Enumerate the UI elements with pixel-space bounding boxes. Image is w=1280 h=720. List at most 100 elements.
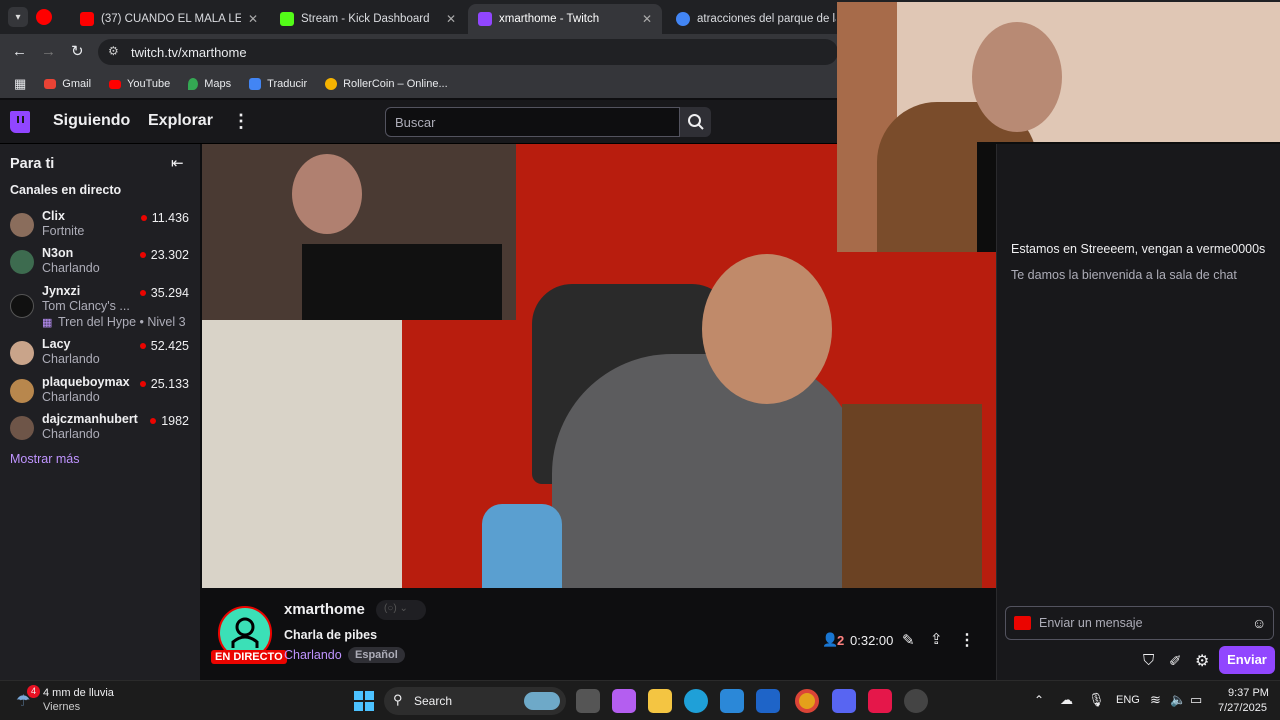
chat-message: Estamos en Streeeem, vengan a verme0000s [1011, 242, 1266, 256]
battery-icon[interactable]: ▭ [1190, 692, 1202, 708]
url-text: twitch.tv/xmarthome [131, 45, 247, 60]
share-icon[interactable]: ⇪ [930, 630, 943, 648]
sidebar-channel-plaqueboymax[interactable]: plaqueboymax Charlando 25.133 [10, 375, 195, 415]
bookmark-translate[interactable]: Traducir [249, 78, 307, 90]
kick-icon [280, 12, 294, 26]
browser-tab-kick[interactable]: Stream - Kick Dashboard ✕ [270, 4, 466, 34]
translate-icon [249, 78, 262, 90]
obs-icon[interactable] [904, 689, 928, 713]
chrome-icon[interactable] [795, 689, 819, 713]
clock-time[interactable]: 9:37 PM [1228, 687, 1269, 699]
youtube-icon [109, 79, 122, 89]
twitch-icon [478, 12, 492, 26]
chat-input-placeholder: Enviar un mensaje [1039, 616, 1143, 630]
maps-icon [188, 78, 199, 90]
sidebar-channel-jynxzi[interactable]: Jynxzi Tom Clancy's ... 35.294 ▦ Tren de… [10, 284, 195, 332]
settings-icon[interactable]: ⚙ [1195, 651, 1209, 671]
sidebar-channel-dajczmanhubert[interactable]: dajczmanhubert Charlando 1982 [10, 412, 195, 452]
browser-tab-twitch[interactable]: xmarthome - Twitch ✕ [468, 4, 662, 34]
language-indicator[interactable]: ENG [1116, 694, 1140, 706]
live-dot-icon [140, 215, 147, 221]
avatar [10, 416, 34, 440]
stream-category[interactable]: Charlando [284, 648, 342, 662]
gmail-icon [44, 79, 57, 89]
more-icon[interactable]: ⋮ [959, 630, 975, 650]
youtube-icon [80, 12, 94, 26]
language-tag[interactable]: Español [348, 647, 405, 663]
search-highlight-icon [524, 692, 560, 710]
tiktok-icon[interactable] [868, 689, 892, 713]
nav-browse[interactable]: Explorar [148, 112, 213, 130]
viewer-icon: 👤 [822, 632, 839, 647]
sidebar-channel-n3on[interactable]: N3on Charlando 23.302 [10, 246, 195, 286]
tray-chevron-icon[interactable]: ⌃ [1034, 693, 1044, 707]
avatar [10, 213, 34, 237]
send-button[interactable]: Enviar [1219, 646, 1275, 674]
google-icon [676, 12, 690, 26]
sidebar-channel-clix[interactable]: Clix Fortnite 11.436 [10, 209, 195, 249]
nav-following[interactable]: Siguiendo [53, 112, 130, 130]
file-explorer-icon[interactable] [648, 689, 672, 713]
browser-tab-google[interactable]: atracciones del parque de la co [666, 4, 836, 34]
channel-name[interactable]: xmarthome [284, 601, 365, 618]
malwarebytes-icon[interactable] [756, 689, 780, 713]
more-options-icon[interactable]: ⋮ [232, 111, 250, 132]
live-dot-icon [139, 290, 146, 296]
discord-icon[interactable] [832, 689, 856, 713]
forward-icon[interactable]: → [41, 43, 56, 60]
left-sidebar: Para ti ⇤ Canales en directo Clix Fortni… [0, 144, 200, 680]
address-field[interactable]: ⚙ twitch.tv/xmarthome [98, 39, 838, 65]
bookmark-youtube[interactable]: YouTube [109, 78, 170, 90]
chat-input[interactable]: Enviar un mensaje ☺ [1005, 606, 1274, 640]
reload-icon[interactable]: ↻ [71, 42, 84, 60]
mic-icon[interactable]: 🎙 [1088, 692, 1105, 708]
browser-tab-youtube[interactable]: (37) CUANDO EL MALA LECHE ✕ [70, 4, 268, 34]
back-icon[interactable]: ← [12, 43, 27, 60]
store-icon[interactable] [720, 689, 744, 713]
search-icon [687, 114, 704, 130]
wifi-icon[interactable]: ≋ [1150, 692, 1161, 708]
rocket-icon[interactable]: ✐ [1169, 652, 1182, 670]
search-button[interactable] [680, 107, 711, 137]
rollercoin-icon [325, 78, 338, 90]
close-icon[interactable]: ✕ [248, 12, 258, 26]
bookmark-gmail[interactable]: Gmail [44, 78, 91, 90]
edge-icon[interactable] [684, 689, 708, 713]
windows-start-icon[interactable] [352, 689, 376, 713]
weather-day: Viernes [43, 701, 81, 713]
webcam-overlay-left [202, 144, 516, 320]
hype-train-icon: ▦ [42, 317, 53, 329]
shield-icon[interactable]: ⛉ [1143, 652, 1154, 669]
taskbar-search[interactable]: ⚲ Search [384, 687, 566, 715]
search-input[interactable]: Buscar [385, 107, 680, 137]
task-view-icon[interactable] [576, 689, 600, 713]
collapse-sidebar-icon[interactable]: ⇤ [171, 154, 184, 172]
youtube-pinned-tab[interactable] [36, 9, 52, 25]
chat-panel: Estamos en Streeeem, vengan a verme0000s… [996, 144, 1280, 680]
site-info-icon[interactable]: ⚙ [108, 44, 119, 58]
close-icon[interactable]: ✕ [446, 12, 456, 26]
copilot-icon[interactable] [612, 689, 636, 713]
sidebar-title: Para ti [10, 156, 55, 172]
apps-icon[interactable]: ▦ [14, 76, 26, 92]
video-streamer [552, 354, 862, 588]
bookmark-rollercoin[interactable]: RollerCoin – Online... [325, 78, 448, 90]
stream-title: Charla de pibes [284, 628, 378, 642]
show-more-link[interactable]: Mostrar más [10, 452, 79, 466]
clock-date[interactable]: 7/27/2025 [1218, 702, 1267, 714]
tab-list-button[interactable]: ▾ [8, 7, 28, 27]
live-dot-icon [139, 252, 146, 258]
avatar [10, 294, 34, 318]
close-icon[interactable]: ✕ [642, 12, 652, 26]
weather-text[interactable]: 4 mm de lluvia [43, 687, 114, 699]
live-dot-icon [139, 343, 146, 349]
bookmark-maps[interactable]: Maps [188, 78, 231, 90]
sidebar-channel-lacy[interactable]: Lacy Charlando 52.425 [10, 337, 195, 377]
emote-icon[interactable]: ☺ [1252, 615, 1266, 631]
verified-icon: (○) ⌄ [376, 600, 426, 620]
edit-icon[interactable]: ✎ [902, 631, 915, 649]
volume-icon[interactable]: 🔈 [1170, 692, 1186, 708]
hype-train-text: Tren del Hype • Nivel 3 [58, 315, 186, 329]
twitch-logo-icon[interactable] [10, 111, 30, 133]
cloud-icon[interactable]: ☁ [1060, 692, 1073, 708]
